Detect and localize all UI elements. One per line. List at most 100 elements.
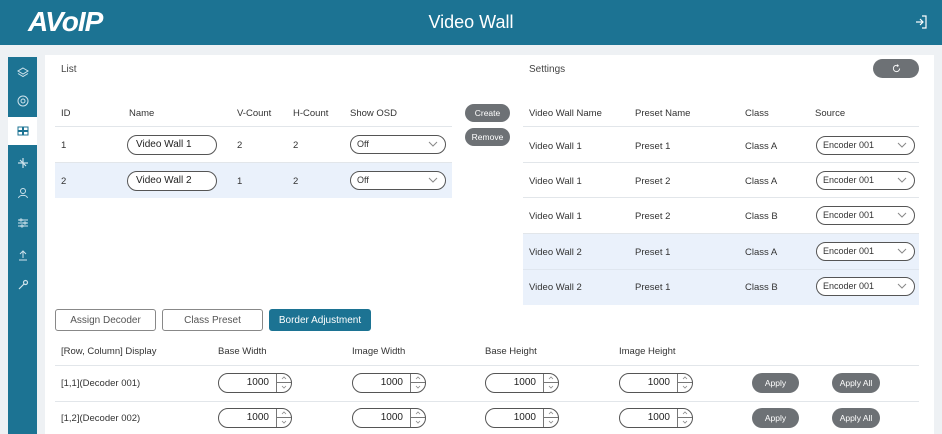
base-height-stepper[interactable]: 1000 (485, 373, 559, 393)
stepper-arrows[interactable] (276, 409, 291, 427)
chevron-down-icon (682, 420, 688, 424)
apply-button[interactable]: Apply (752, 373, 799, 393)
chevron-down-icon (897, 177, 907, 183)
chevron-up-icon (548, 411, 554, 415)
divider (523, 197, 919, 198)
image-height-stepper[interactable]: 1000 (619, 373, 693, 393)
row-preset: Preset 1 (635, 247, 671, 258)
stepper-value: 1000 (380, 377, 403, 388)
sidebar-item-upload[interactable] (8, 241, 37, 269)
osd-select[interactable]: Off (350, 135, 446, 154)
chevron-up-icon (281, 376, 287, 380)
col-image-height: Image Height (619, 346, 676, 357)
apply-button[interactable]: Apply (752, 408, 799, 428)
apply-all-button[interactable]: Apply All (832, 408, 880, 428)
row-id: 2 (61, 176, 67, 187)
chevron-up-icon (415, 411, 421, 415)
stepper-arrows[interactable] (543, 409, 558, 427)
base-width-stepper[interactable]: 1000 (218, 408, 292, 428)
row-wall: Video Wall 2 (529, 282, 582, 293)
image-width-stepper[interactable]: 1000 (352, 373, 426, 393)
sidebar-item-target[interactable] (8, 87, 37, 115)
source-value: Encoder 001 (823, 210, 875, 220)
col-preset-name: Preset Name (635, 108, 691, 119)
stepper-value: 1000 (647, 412, 670, 423)
sidebar-item-video-wall[interactable] (8, 117, 37, 145)
col-video-wall-name: Video Wall Name (529, 108, 602, 119)
chevron-down-icon (897, 142, 907, 148)
name-field[interactable]: Video Wall 1 (127, 135, 217, 155)
stepper-value: 1000 (380, 412, 403, 423)
refresh-icon (892, 64, 900, 73)
chevron-down-icon (548, 385, 554, 389)
sidebar-item-user[interactable] (8, 179, 37, 207)
row-preset: Preset 2 (635, 176, 671, 187)
col-image-width: Image Width (352, 346, 406, 357)
image-height-stepper[interactable]: 1000 (619, 408, 693, 428)
row-preset: Preset 1 (635, 282, 671, 293)
chevron-down-icon (897, 212, 907, 218)
base-height-stepper[interactable]: 1000 (485, 408, 559, 428)
row-wall: Video Wall 1 (529, 211, 582, 222)
row-id: 1 (61, 140, 67, 151)
name-field[interactable]: Video Wall 2 (127, 171, 217, 191)
stepper-arrows[interactable] (410, 374, 425, 392)
source-select[interactable]: Encoder 001 (816, 242, 915, 261)
row-hcount: 2 (293, 140, 299, 151)
user-icon (17, 188, 28, 199)
chevron-down-icon (897, 248, 907, 254)
col-hcount: H-Count (293, 108, 329, 119)
divider (55, 126, 452, 127)
target-icon (17, 95, 28, 107)
osd-value: Off (357, 175, 369, 185)
source-select[interactable]: Encoder 001 (816, 206, 915, 225)
source-value: Encoder 001 (823, 175, 875, 185)
stepper-arrows[interactable] (410, 409, 425, 427)
settings-label: Settings (529, 64, 566, 75)
col-base-width: Base Width (218, 346, 267, 357)
chevron-down-icon (682, 385, 688, 389)
row-vcount: 1 (237, 176, 243, 187)
refresh-button[interactable] (873, 59, 919, 78)
chevron-down-icon (897, 283, 907, 289)
apply-all-button[interactable]: Apply All (832, 373, 880, 393)
logout-icon[interactable] (914, 15, 928, 29)
source-select[interactable]: Encoder 001 (816, 136, 915, 155)
sidebar-item-tools[interactable] (8, 271, 37, 299)
stepper-arrows[interactable] (677, 409, 692, 427)
stepper-value: 1000 (513, 412, 536, 423)
source-value: Encoder 001 (823, 140, 875, 150)
source-select[interactable]: Encoder 001 (816, 171, 915, 190)
row-preset: Preset 2 (635, 211, 671, 222)
col-source: Source (815, 108, 846, 119)
base-width-stepper[interactable]: 1000 (218, 373, 292, 393)
col-class: Class (745, 108, 769, 119)
source-value: Encoder 001 (823, 281, 875, 291)
col-name: Name (129, 108, 155, 119)
col-id: ID (61, 108, 71, 119)
wrench-icon (18, 279, 28, 290)
remove-button[interactable]: Remove (465, 128, 510, 146)
chevron-up-icon (415, 376, 421, 380)
list-label: List (61, 64, 77, 75)
tab-class-preset[interactable]: Class Preset (162, 309, 263, 331)
create-button[interactable]: Create (465, 104, 510, 122)
source-select[interactable]: Encoder 001 (816, 277, 915, 296)
divider (523, 269, 919, 270)
stepper-arrows[interactable] (276, 374, 291, 392)
chevron-down-icon (281, 420, 287, 424)
sidebar-item-settings[interactable] (8, 209, 37, 237)
sliders-icon (17, 218, 28, 228)
stepper-arrows[interactable] (543, 374, 558, 392)
sidebar-item-layers[interactable] (8, 59, 37, 87)
row-hcount: 2 (293, 176, 299, 187)
tab-assign-decoder[interactable]: Assign Decoder (55, 309, 156, 331)
stepper-value: 1000 (647, 377, 670, 388)
row-class: Class A (745, 247, 778, 258)
tab-border-adjustment[interactable]: Border Adjustment (269, 309, 371, 331)
sidebar-item-network[interactable] (8, 149, 37, 177)
stepper-arrows[interactable] (677, 374, 692, 392)
image-width-stepper[interactable]: 1000 (352, 408, 426, 428)
osd-select[interactable]: Off (350, 171, 446, 190)
row-class: Class A (745, 176, 778, 187)
